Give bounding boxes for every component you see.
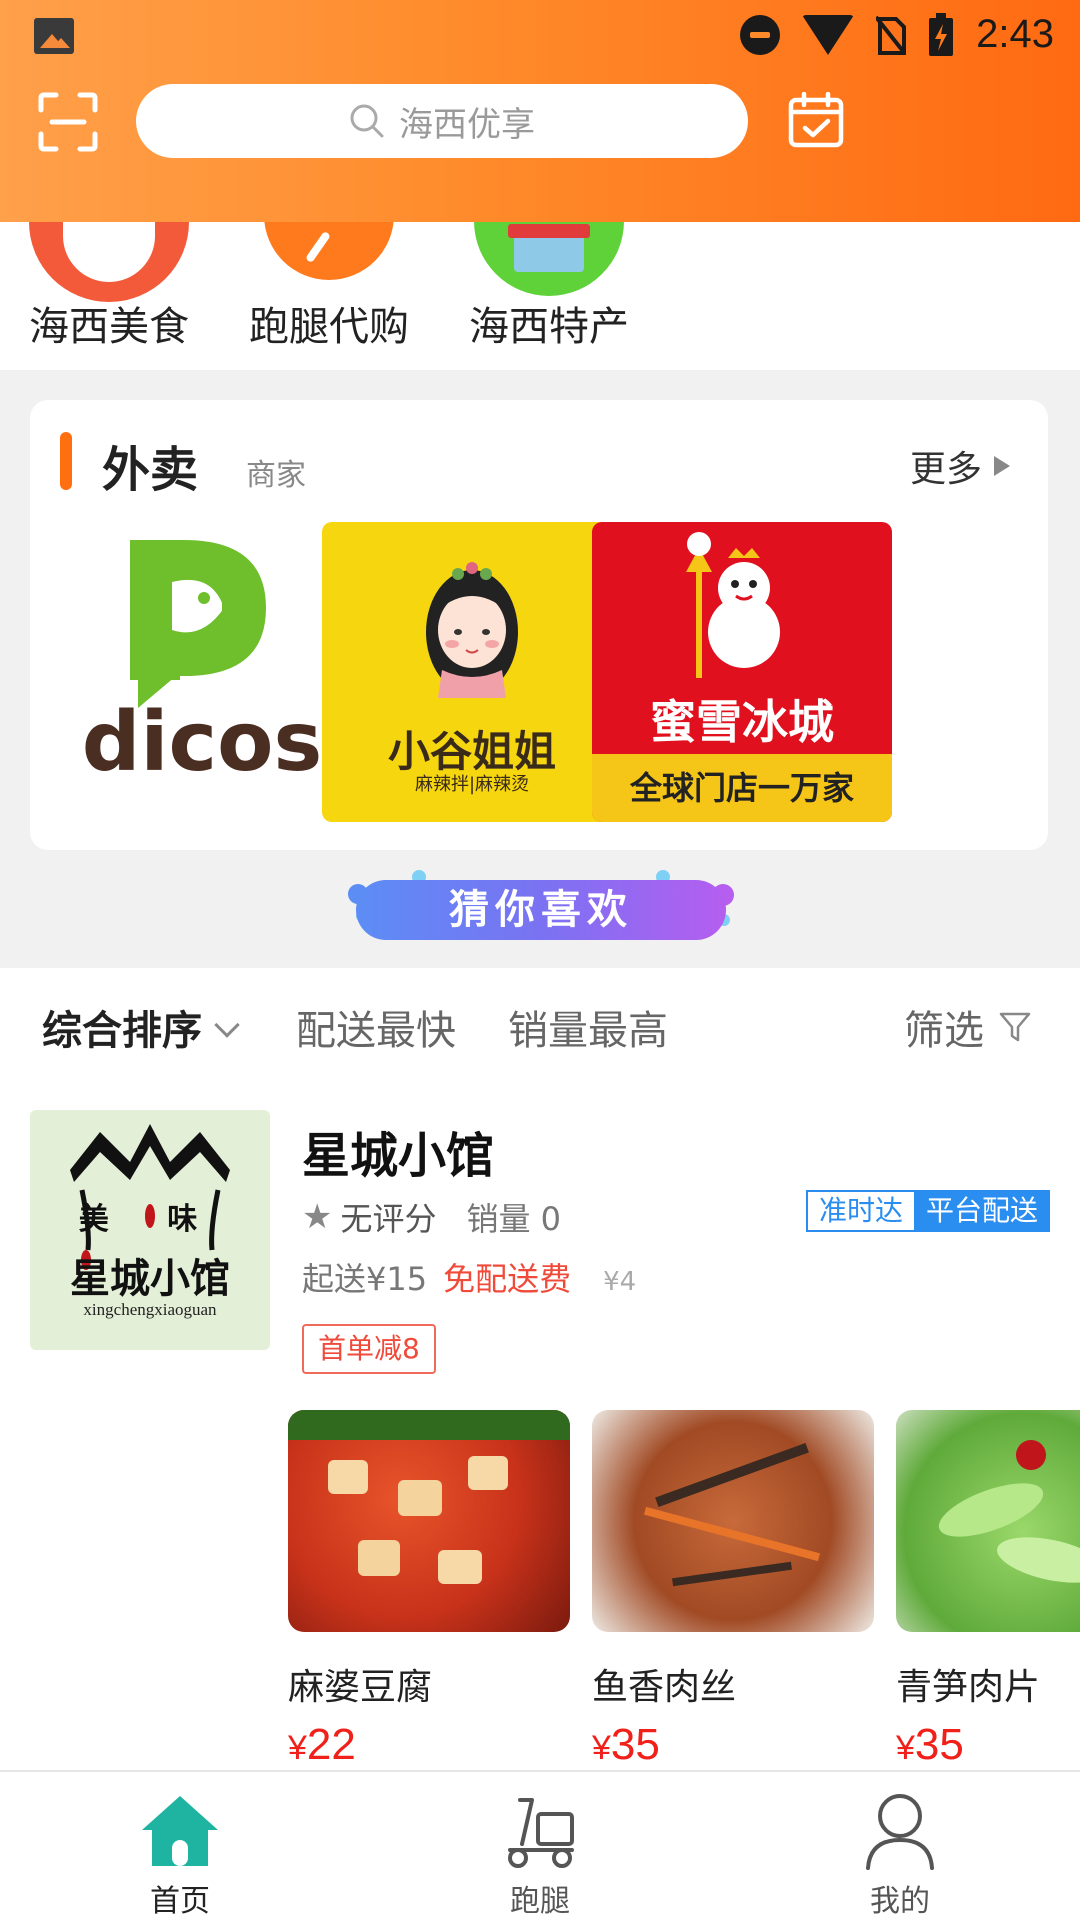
clock: 2:43 [976,12,1054,56]
nav-label: 首页 [150,1884,210,1919]
store-logo-tagline: 美 味 [78,1202,222,1237]
dish-card[interactable]: 麻婆豆腐 ¥22 [288,1410,570,1770]
sort-comprehensive[interactable]: 综合排序 [42,998,240,1056]
profile-icon [866,1794,934,1870]
scan-icon [38,92,98,152]
dish-name: 麻婆豆腐 [288,1667,433,1708]
merchant-mixue[interactable]: 蜜雪冰城 全球门店一万家 [592,522,892,822]
store-rating: 无评分 [340,1200,437,1238]
guess-you-like-banner: 猜你喜欢 [348,870,734,946]
search-input[interactable]: 海西优享 [136,84,748,158]
min-order: 起送¥15 [302,1260,428,1298]
store-logo-name: 星城小馆 [70,1255,230,1302]
dish-price: ¥35 [592,1720,874,1770]
takeout-card: 外卖 商家 更多 dicos 小谷姐姐 麻辣拌|麻辣烫 蜜雪冰城 全球门店一万家 [30,400,1048,850]
filter-icon [999,1012,1031,1042]
sort-label: 销量最高 [508,1008,668,1054]
merchant-dicos[interactable]: dicos [52,522,352,822]
store-meta: ★ 无评分 销量 0 [302,1194,561,1240]
currency-symbol: ¥ [288,1729,307,1767]
calendar-button[interactable] [788,91,844,148]
currency-symbol: ¥ [592,1729,611,1767]
price-value: 35 [610,1720,660,1769]
dish-price: ¥35 [896,1720,1080,1770]
nav-profile[interactable]: 我的 [800,1772,1000,1920]
sort-label: 配送最快 [296,1008,456,1054]
dish-card[interactable]: 鱼香肉丝 ¥35 [592,1410,874,1770]
wifi-icon [802,14,855,55]
price-value: 22 [306,1720,356,1769]
mixue-tagline: 全球门店一万家 [592,754,892,822]
category-label: 跑腿代购 [249,304,409,350]
xiaogu-tagline: 麻辣拌|麻辣烫 [414,774,530,795]
mixue-name: 蜜雪冰城 [650,695,834,749]
star-icon: ★ [302,1197,333,1237]
bottom-navigation: 首页 跑腿 我的 [0,1770,1080,1920]
store-logo: 美 味 星城小馆 xingchengxiaoguan [30,1110,270,1350]
more-label: 更多 [909,449,982,490]
takeout-title: 外卖 [102,442,199,498]
status-bar: 2:43 [0,0,1080,76]
app-screen: 海西美食 跑腿代购 海西特产 2:43 海西优享 外卖 商家 更多 dicos … [0,0,1080,1920]
more-link[interactable]: 更多 [910,440,1010,492]
dicos-logo: dicos [82,540,323,790]
promo-badge: 首单减8 [302,1324,436,1374]
search-placeholder: 海西优享 [399,104,535,145]
sort-bar: 综合排序 配送最快 销量最高 筛选 [0,968,1080,1078]
store-logo-pinyin: xingchengxiaoguan [83,1300,217,1319]
price-value: 35 [914,1720,964,1769]
free-delivery: 免配送费 [443,1260,572,1298]
no-sim-icon [876,15,907,55]
dish-card[interactable]: 青笋肉片 ¥35 [896,1410,1080,1770]
store-card[interactable]: 美 味 星城小馆 xingchengxiaoguan 星城小馆 ★ 无评分 销量… [0,1110,1080,1770]
nav-home[interactable]: 首页 [80,1772,280,1920]
original-delivery-fee: ¥4 [603,1267,637,1297]
battery-charging-icon [928,12,954,57]
merchant-xiaogu[interactable]: 小谷姐姐 麻辣拌|麻辣烫 [322,522,622,822]
nav-label: 我的 [870,1884,930,1919]
filter-button[interactable]: 筛选 [904,998,1032,1056]
ontime-badge: 准时达 [806,1190,916,1232]
dish-name: 鱼香肉丝 [592,1667,737,1708]
chevron-down-icon [214,1012,240,1038]
takeout-subtitle: 商家 [246,458,306,493]
category-label: 海西特产 [469,304,629,350]
guess-banner-label: 猜你喜欢 [449,887,633,933]
sort-label: 综合排序 [42,1008,202,1054]
takeout-section: 外卖 商家 更多 dicos 小谷姐姐 麻辣拌|麻辣烫 蜜雪冰城 全球门店一万家… [0,370,1080,968]
calendar-check-icon [788,91,844,148]
scooter-icon [508,1798,574,1868]
sort-fastest[interactable]: 配送最快 [296,998,456,1056]
dish-price: ¥22 [288,1720,570,1770]
nav-errand[interactable]: 跑腿 [440,1772,640,1920]
sort-top-sales[interactable]: 销量最高 [508,998,668,1056]
image-icon [34,18,74,54]
dish-name: 青笋肉片 [896,1667,1041,1708]
currency-symbol: ¥ [896,1729,915,1767]
platform-delivery-badge: 平台配送 [914,1190,1050,1232]
section-accent-bar [60,432,72,490]
arrow-right-icon [994,456,1010,476]
store-sales: 销量 0 [466,1200,562,1238]
scan-button[interactable] [38,92,98,152]
dish-image [896,1410,1080,1632]
category-row: 海西美食 跑腿代购 海西特产 [0,142,1080,370]
search-icon [350,104,384,138]
app-header: 2:43 海西优享 [0,0,1080,222]
category-label: 海西美食 [29,304,189,350]
nav-label: 跑腿 [510,1884,570,1919]
store-name: 星城小馆 [302,1128,495,1184]
filter-label: 筛选 [904,1008,984,1054]
dish-image [592,1410,874,1632]
store-delivery-info: 起送¥15 免配送费 ¥4 [302,1254,636,1300]
dish-image [288,1410,570,1632]
home-icon [142,1796,218,1866]
dnd-icon [740,14,781,55]
dicos-wordmark: dicos [82,695,323,790]
